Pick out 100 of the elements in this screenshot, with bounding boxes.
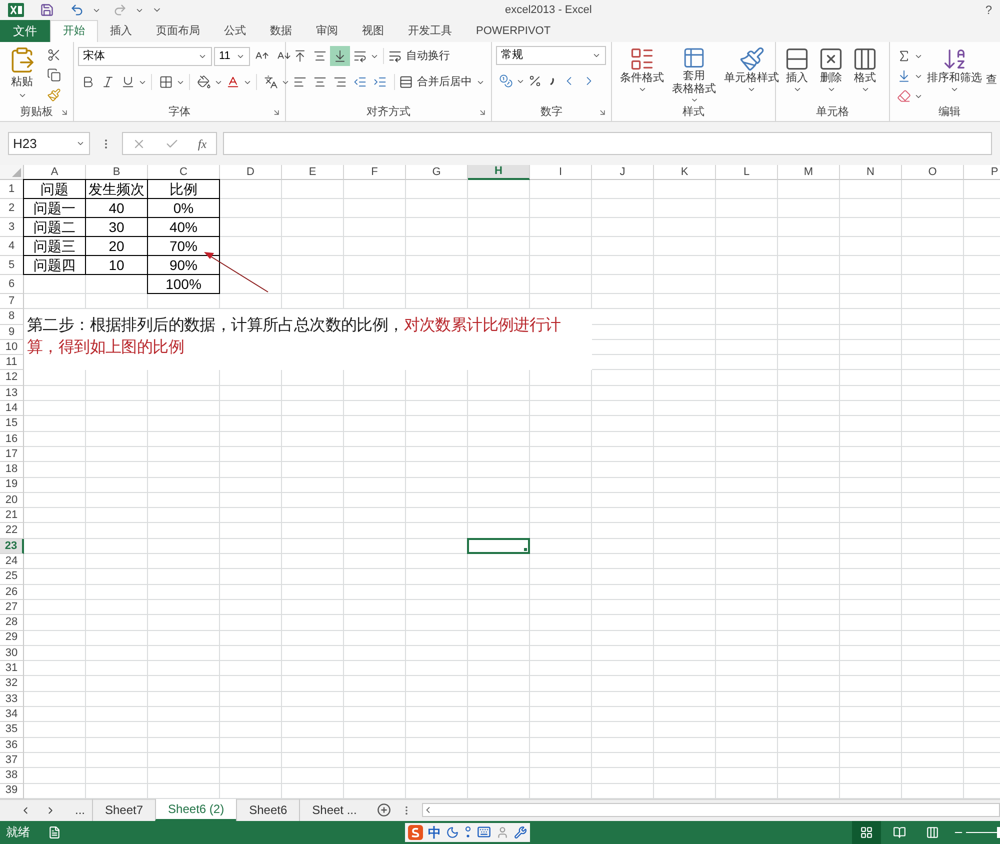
row-header[interactable]: 36 [0, 738, 24, 753]
dialog-launcher-icon[interactable] [478, 108, 487, 117]
dialog-launcher-icon[interactable] [598, 108, 607, 117]
horizontal-scrollbar[interactable] [422, 803, 1000, 818]
paste-button[interactable]: 粘贴 [4, 46, 40, 104]
column-header[interactable]: K [654, 165, 716, 180]
font-name-field[interactable]: 宋体 [78, 46, 212, 66]
insert-function-button[interactable]: fx [198, 134, 207, 152]
sort-filter-button[interactable]: 排序和筛选 [923, 46, 986, 104]
column-header[interactable]: N [840, 165, 902, 180]
row-header[interactable]: 20 [0, 492, 24, 508]
row-header[interactable]: 8 [0, 309, 24, 325]
page-layout-icon[interactable] [893, 826, 906, 839]
ribbon-tab[interactable]: 插入 [98, 20, 144, 42]
more-sheets-button[interactable]: ... [68, 801, 92, 820]
row-header[interactable]: 10 [0, 340, 24, 356]
row-header[interactable]: 29 [0, 630, 24, 646]
row-header[interactable]: 14 [0, 401, 24, 416]
style-button[interactable]: 单元格样式 [720, 46, 783, 104]
redo-icon[interactable] [113, 3, 127, 17]
cells-button[interactable]: 删除 [814, 46, 848, 104]
input-method-logo-icon[interactable] [408, 824, 423, 840]
ribbon-tab[interactable]: 审阅 [304, 20, 350, 42]
ribbon-tab[interactable]: 开始 [50, 20, 98, 42]
macro-record-icon[interactable] [48, 826, 61, 839]
punctuation-icon[interactable] [464, 826, 472, 838]
row-header[interactable]: 27 [0, 600, 24, 616]
row-header[interactable]: 11 [0, 355, 24, 370]
number-format-field[interactable]: 常规 [496, 46, 606, 65]
undo-icon[interactable] [70, 3, 84, 17]
row-header[interactable]: 16 [0, 432, 24, 447]
ribbon-tab[interactable]: 数据 [258, 20, 304, 42]
column-header[interactable]: I [530, 165, 592, 180]
row-header[interactable]: 35 [0, 722, 24, 738]
ime-mode-button[interactable]: 中 [428, 822, 441, 842]
add-sheet-icon[interactable] [376, 803, 391, 818]
bottom-align-button[interactable] [330, 46, 350, 66]
column-header[interactable]: J [592, 165, 654, 180]
save-icon[interactable] [40, 3, 54, 17]
row-header[interactable]: 38 [0, 768, 24, 784]
moon-icon[interactable] [446, 826, 459, 839]
row-header[interactable]: 17 [0, 446, 24, 462]
row-header[interactable]: 15 [0, 416, 24, 432]
row-header[interactable]: 7 [0, 294, 24, 310]
cell-selection[interactable] [467, 538, 530, 554]
row-header[interactable]: 19 [0, 478, 24, 493]
dialog-launcher-icon[interactable] [272, 108, 281, 117]
column-header[interactable]: P [964, 165, 1000, 180]
ribbon-tab[interactable]: 视图 [350, 20, 396, 42]
style-button[interactable]: 套用 表格格式 [668, 46, 720, 104]
column-header[interactable]: O [902, 165, 964, 180]
help-button[interactable]: ? [985, 1, 992, 19]
name-box[interactable]: H23 [8, 132, 90, 155]
select-all-icon[interactable] [12, 168, 21, 177]
row-header[interactable]: 32 [0, 676, 24, 692]
row-header[interactable]: 39 [0, 784, 24, 799]
column-header[interactable]: D [220, 165, 282, 180]
row-header[interactable]: 28 [0, 615, 24, 631]
sheet-tab[interactable]: Sheet6 (2) [155, 799, 236, 822]
row-header[interactable]: 25 [0, 569, 24, 585]
column-header[interactable]: F [344, 165, 406, 180]
wrench-icon[interactable] [514, 826, 527, 839]
ribbon-tab[interactable]: 公式 [212, 20, 258, 42]
row-header[interactable]: 18 [0, 462, 24, 478]
column-header[interactable]: G [406, 165, 468, 180]
dialog-launcher-icon[interactable] [60, 108, 69, 117]
row-header[interactable]: 23 [0, 538, 24, 554]
column-header[interactable]: H [468, 165, 530, 180]
column-header[interactable]: M [778, 165, 840, 180]
row-header[interactable]: 37 [0, 752, 24, 768]
page-break-icon[interactable] [926, 826, 939, 839]
font-size-field[interactable]: 11 [214, 46, 250, 66]
row-header[interactable]: 34 [0, 707, 24, 722]
column-header[interactable]: L [716, 165, 778, 180]
row-header[interactable]: 26 [0, 584, 24, 600]
row-header[interactable]: 13 [0, 386, 24, 402]
file-tab[interactable]: 文件 [0, 20, 50, 42]
row-header[interactable]: 9 [0, 324, 24, 340]
ribbon-tab[interactable]: 开发工具 [396, 20, 464, 42]
user-icon[interactable] [496, 826, 509, 839]
column-header[interactable]: E [282, 165, 344, 180]
row-header[interactable]: 6 [0, 275, 24, 294]
ribbon-tab[interactable]: POWERPIVOT [464, 20, 563, 42]
row-header[interactable]: 31 [0, 661, 24, 676]
zoom-thumb[interactable] [997, 826, 1000, 838]
row-header[interactable]: 30 [0, 646, 24, 662]
formula-input[interactable] [223, 132, 992, 155]
row-header[interactable]: 24 [0, 554, 24, 570]
cells-button[interactable]: 格式 [848, 46, 882, 104]
row-header[interactable]: 22 [0, 523, 24, 539]
merge-center-button[interactable]: 合并后居中 [399, 74, 485, 90]
row-header[interactable]: 12 [0, 370, 24, 386]
wrap-text-button[interactable]: 自动换行 [388, 48, 450, 64]
ribbon-tab[interactable]: 页面布局 [144, 20, 212, 42]
row-header[interactable]: 33 [0, 692, 24, 708]
keyboard-icon[interactable] [477, 825, 491, 840]
find-button[interactable]: 查 [986, 46, 997, 104]
row-header[interactable]: 21 [0, 508, 24, 524]
normal-view-button[interactable] [852, 820, 881, 844]
cells-button[interactable]: 插入 [780, 46, 814, 104]
